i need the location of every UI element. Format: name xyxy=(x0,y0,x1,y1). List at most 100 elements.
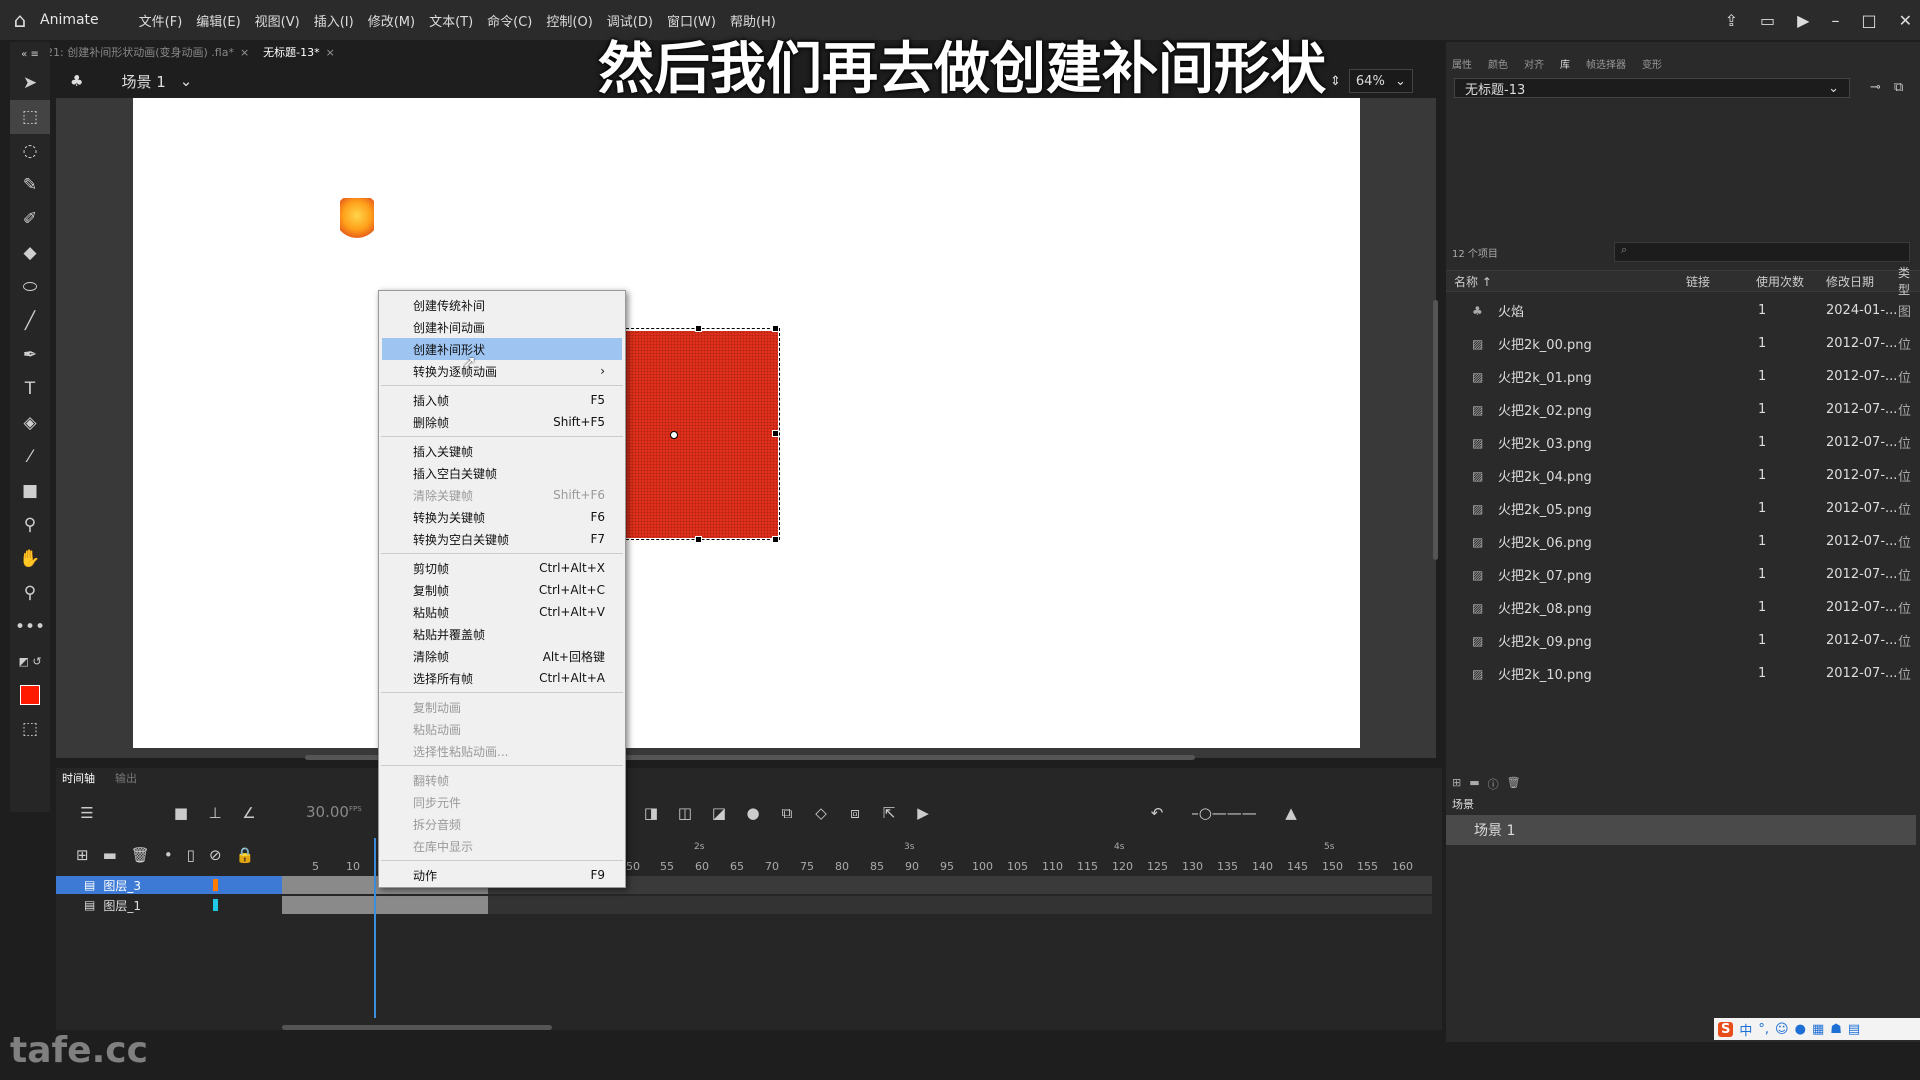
menu-text[interactable]: 文本(T) xyxy=(429,11,473,30)
library-item[interactable]: ▨ 火把2k_05.png 1 2012-07-... 位 xyxy=(1446,492,1920,525)
layer-row[interactable]: ▤ 图层_3 xyxy=(56,876,282,894)
frame-span[interactable] xyxy=(282,896,488,914)
minimize-icon[interactable]: – xyxy=(1831,11,1839,30)
menu-item-convert-to-keyframe[interactable]: 转换为关键帧 F6 xyxy=(379,506,625,528)
transform-handle[interactable] xyxy=(772,430,779,437)
properties-icon[interactable]: ⓘ xyxy=(1488,776,1499,792)
tab-timeline[interactable]: 时间轴 xyxy=(62,770,95,786)
layers-icon[interactable]: ☰ xyxy=(70,804,104,822)
paint-bucket-tool-icon[interactable]: ◈ xyxy=(10,406,50,440)
library-item[interactable]: ▨ 火把2k_01.png 1 2012-07-... 位 xyxy=(1446,360,1920,393)
onion-skin-icon[interactable]: ● xyxy=(736,804,770,822)
delete-icon[interactable]: 🗑 xyxy=(1507,776,1521,792)
layer-name[interactable]: 图层_3 xyxy=(103,877,141,894)
delete-layer-icon[interactable]: 🗑 xyxy=(131,846,150,864)
pin-tool-icon[interactable]: ⚲ xyxy=(10,508,50,542)
menu-item-copy-frames[interactable]: 复制帧 Ctrl+Alt+C xyxy=(379,579,625,601)
hide-icon[interactable]: ⊘ xyxy=(209,846,222,864)
sync-icon[interactable]: ⧈ xyxy=(838,804,872,822)
menu-item-cut-frames[interactable]: 剪切帧 Ctrl+Alt+X xyxy=(379,557,625,579)
menu-commands[interactable]: 命令(C) xyxy=(487,11,532,30)
tab-color[interactable]: 颜色 xyxy=(1488,56,1508,71)
swap-colors-icon[interactable]: ◩ ↺ xyxy=(10,644,50,678)
layer-name[interactable]: 图层_1 xyxy=(103,897,141,914)
col-name[interactable]: 名称 ↑ xyxy=(1454,273,1492,290)
library-item[interactable]: ▨ 火把2k_10.png 1 2012-07-... 位 xyxy=(1446,657,1920,690)
transform-handle[interactable] xyxy=(772,325,779,332)
export-icon[interactable]: ⇱ xyxy=(872,804,906,822)
new-symbol-icon[interactable]: ⊞ xyxy=(1452,776,1461,792)
mountain-icon[interactable]: ▲ xyxy=(1274,804,1308,822)
menu-item-remove-frame[interactable]: 删除帧 Shift+F5 xyxy=(379,411,625,433)
loop-icon[interactable]: ◇ xyxy=(804,804,838,822)
layer-color-swatch[interactable] xyxy=(213,899,218,911)
menu-edit[interactable]: 编辑(E) xyxy=(196,11,240,30)
oval-tool-icon[interactable]: ⬭ xyxy=(10,270,50,304)
menu-item-paste-frames[interactable]: 粘贴帧 Ctrl+Alt+V xyxy=(379,601,625,623)
share-icon[interactable]: ⇪ xyxy=(1725,11,1738,30)
new-layer-icon[interactable]: ⊞ xyxy=(76,846,89,864)
menu-item-select-all-frames[interactable]: 选择所有帧 Ctrl+Alt+A xyxy=(379,667,625,689)
ime-mode-label[interactable]: 中 xyxy=(1739,1020,1752,1039)
transform-handle[interactable] xyxy=(695,536,702,543)
selection-tool-icon[interactable]: ➤ xyxy=(10,66,50,100)
close-tab-icon[interactable]: × xyxy=(326,46,335,59)
col-type[interactable]: 类型 xyxy=(1898,264,1920,298)
chevron-down-icon[interactable]: ⌄ xyxy=(180,72,193,90)
playhead[interactable] xyxy=(374,838,376,1018)
play-test-icon[interactable]: ▶ xyxy=(1797,11,1809,30)
transform-handle[interactable] xyxy=(772,536,779,543)
more-tools-icon[interactable]: ••• xyxy=(10,610,50,644)
menu-item-convert-frame-by-frame[interactable]: 转换为逐帧动画 › xyxy=(379,360,625,382)
fps-readout[interactable]: 30.00FPS xyxy=(306,803,362,821)
tab-output[interactable]: 输出 xyxy=(115,770,137,786)
home-icon[interactable]: ⌂ xyxy=(0,8,40,32)
menu-control[interactable]: 控制(O) xyxy=(546,11,592,30)
new-folder-icon[interactable]: ▬ xyxy=(103,846,117,864)
zoom-stepper-icon[interactable]: ⇕ xyxy=(1330,74,1341,89)
transform-handle[interactable] xyxy=(695,325,702,332)
new-library-icon[interactable]: ⧉ xyxy=(1894,80,1903,95)
close-tab-icon[interactable]: × xyxy=(240,46,249,59)
stage-vertical-scrollbar[interactable] xyxy=(1433,300,1438,560)
tab-align[interactable]: 对齐 xyxy=(1524,56,1544,71)
insert-frame-icon[interactable]: ◫ xyxy=(668,804,702,822)
library-item[interactable]: ▨ 火把2k_00.png 1 2012-07-... 位 xyxy=(1446,327,1920,360)
brush-tool-icon[interactable]: ✎ xyxy=(10,168,50,202)
undo-icon[interactable]: ↶ xyxy=(1140,804,1174,822)
menu-item-paste-overwrite-frames[interactable]: 粘贴并覆盖帧 xyxy=(379,623,625,645)
zoom-select[interactable]: 64% ⌄ xyxy=(1348,69,1413,93)
menu-item-convert-to-blank-keyframe[interactable]: 转换为空白关键帧 F7 xyxy=(379,528,625,550)
library-item[interactable]: ▨ 火把2k_03.png 1 2012-07-... 位 xyxy=(1446,426,1920,459)
tab-frame-picker[interactable]: 帧选择器 xyxy=(1586,56,1626,71)
tools-icon[interactable]: ▤ xyxy=(1848,1022,1860,1037)
menu-insert[interactable]: 插入(I) xyxy=(314,11,354,30)
layer-color-swatch[interactable] xyxy=(213,879,218,891)
highlight-icon[interactable]: • xyxy=(164,846,173,864)
doc-tab[interactable]: 21: 创建补间形状动画(变身动画) .fla* × xyxy=(46,44,249,60)
flame-symbol[interactable] xyxy=(340,198,374,242)
camera-icon[interactable]: ■ xyxy=(164,804,198,822)
graph-icon[interactable]: ∠ xyxy=(232,804,266,822)
tab-library[interactable]: 库 xyxy=(1560,56,1570,71)
maximize-icon[interactable]: □ xyxy=(1861,11,1876,30)
eraser-tool-icon[interactable]: ◆ xyxy=(10,236,50,270)
layer-row[interactable]: ▤ 图层_1 xyxy=(56,896,282,914)
col-uses[interactable]: 使用次数 xyxy=(1756,273,1804,290)
mic-icon[interactable]: ● xyxy=(1795,1022,1806,1037)
text-tool-icon[interactable]: T xyxy=(10,372,50,406)
pin-icon[interactable]: ⊸ xyxy=(1870,80,1881,95)
menu-view[interactable]: 视图(V) xyxy=(255,11,300,30)
library-item[interactable]: ▨ 火把2k_09.png 1 2012-07-... 位 xyxy=(1446,624,1920,657)
outline-icon[interactable]: ▯ xyxy=(187,846,195,864)
scene-list-item[interactable]: 场景 1 xyxy=(1446,815,1916,845)
sogou-icon[interactable]: S xyxy=(1718,1021,1734,1037)
pen-tool-icon[interactable]: ✒ xyxy=(10,338,50,372)
blank-keyframe-icon[interactable]: ◨ xyxy=(634,804,668,822)
library-item[interactable]: ▨ 火把2k_06.png 1 2012-07-... 位 xyxy=(1446,525,1920,558)
menu-item-create-motion-tween[interactable]: 创建补间动画 xyxy=(379,316,625,338)
library-item[interactable]: ♣ 火焰 1 2024-01-... 图 xyxy=(1446,294,1920,327)
workspace-icon[interactable]: ▭ xyxy=(1760,11,1775,30)
menu-file[interactable]: 文件(F) xyxy=(139,11,183,30)
close-icon[interactable]: ✕ xyxy=(1899,11,1912,30)
